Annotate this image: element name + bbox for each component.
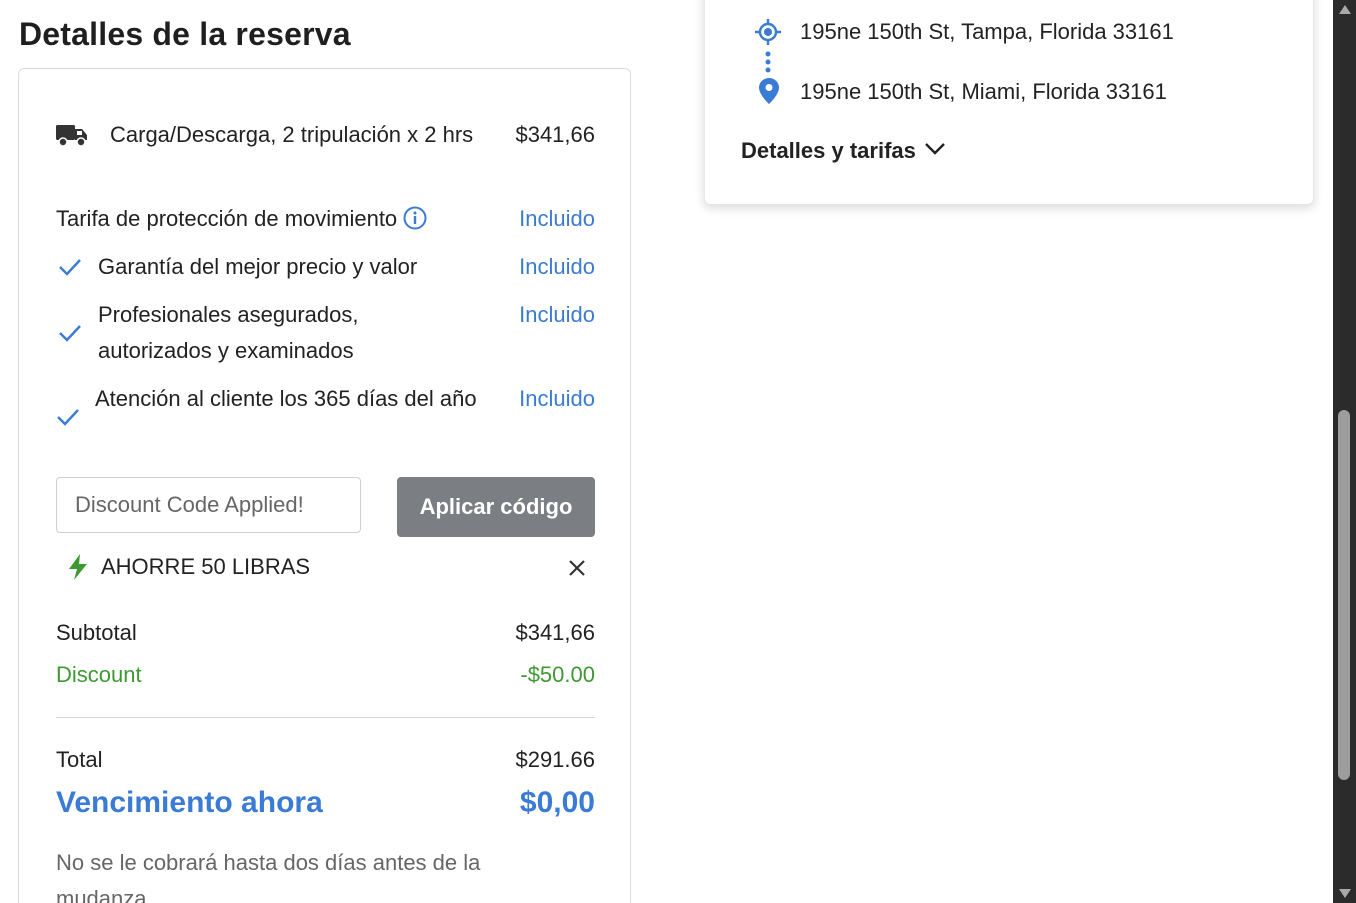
service-price: $341,66 — [515, 122, 595, 147]
origin-target-icon — [755, 19, 781, 45]
route-dots-icon — [765, 51, 771, 73]
feature-value: Incluido — [519, 302, 595, 327]
booking-details-card: Carga/Descarga, 2 tripulación x 2 hrs $3… — [18, 68, 631, 903]
truck-icon — [56, 125, 87, 147]
feature-item: Atención al cliente los 365 días del año… — [56, 381, 595, 453]
check-icon — [57, 409, 79, 426]
details-and-fees-toggle[interactable]: Detalles y tarifas — [741, 136, 946, 166]
subtotal-label: Subtotal — [56, 620, 137, 645]
destination-address: 195ne 150th St, Miami, Florida 33161 — [800, 79, 1167, 104]
apply-code-button[interactable]: Aplicar código — [397, 477, 595, 537]
details-toggle-label: Detalles y tarifas — [741, 138, 916, 163]
scrollbar-thumb[interactable] — [1338, 410, 1350, 780]
feature-value: Incluido — [519, 386, 595, 411]
subtotal-row: Subtotal $341,66 — [56, 615, 595, 651]
discount-value: -$50.00 — [520, 662, 595, 687]
due-now-row: Vencimiento ahora $0,00 — [56, 783, 595, 823]
destination-pin-icon — [759, 78, 779, 104]
service-label: Carga/Descarga, 2 tripulación x 2 hrs — [110, 122, 474, 147]
check-icon — [59, 325, 81, 342]
total-label: Total — [56, 747, 103, 772]
total-value: $291.66 — [515, 747, 595, 772]
chevron-down-icon — [925, 143, 945, 155]
scroll-up-arrow-icon[interactable] — [1339, 5, 1351, 14]
close-icon[interactable] — [568, 559, 586, 577]
route-card: 195ne 150th St, Tampa, Florida 33161 195… — [704, 0, 1314, 205]
feature-value: Incluido — [519, 254, 595, 279]
total-row: Total $291.66 — [56, 742, 595, 778]
service-line-item: Carga/Descarga, 2 tripulación x 2 hrs $3… — [56, 117, 595, 189]
protection-value: Incluido — [519, 206, 595, 231]
divider — [56, 717, 595, 718]
charge-note: No se le cobrará hasta dos días antes de… — [56, 850, 481, 903]
lightning-bolt-icon — [69, 554, 87, 580]
check-icon — [59, 259, 81, 276]
info-icon[interactable] — [403, 206, 427, 230]
protection-label: Tarifa de protección de movimiento — [56, 206, 398, 231]
due-now-value: $0,00 — [519, 786, 595, 819]
due-now-label: Vencimiento ahora — [56, 786, 323, 819]
protection-line-item: Tarifa de protección de movimiento Inclu… — [56, 201, 595, 237]
discount-row: Discount -$50.00 — [56, 657, 595, 693]
discount-label: Discount — [56, 662, 142, 687]
feature-item: Profesionales asegurados, autorizados y … — [56, 297, 595, 369]
applied-promo: AHORRE 50 LIBRAS — [66, 549, 586, 585]
scroll-down-arrow-icon[interactable] — [1339, 889, 1351, 898]
feature-label: Atención al cliente los 365 días del año — [95, 386, 477, 411]
page-scrollbar[interactable] — [1333, 0, 1356, 903]
feature-label: Profesionales asegurados, autorizados y … — [98, 302, 359, 363]
page-title: Detalles de la reserva — [19, 16, 351, 52]
subtotal-value: $341,66 — [515, 620, 595, 645]
promo-label: AHORRE 50 LIBRAS — [101, 554, 311, 579]
origin-address: 195ne 150th St, Tampa, Florida 33161 — [800, 19, 1174, 44]
discount-code-input[interactable] — [56, 477, 361, 533]
feature-label: Garantía del mejor precio y valor — [98, 254, 418, 279]
